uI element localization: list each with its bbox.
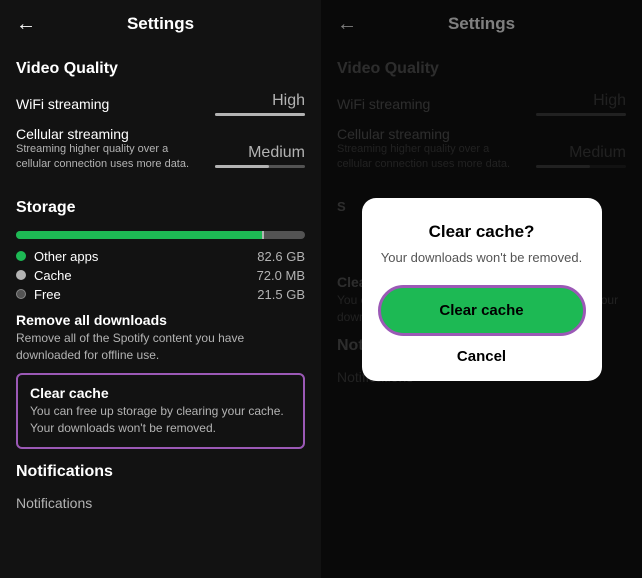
clear-cache-confirm-button[interactable]: Clear cache bbox=[378, 285, 586, 336]
wifi-slider-left[interactable] bbox=[215, 113, 305, 116]
dot-free bbox=[16, 289, 26, 299]
legend-cache: Cache 72.0 MB bbox=[16, 268, 305, 283]
dot-other bbox=[16, 251, 26, 261]
cellular-streaming-row-left[interactable]: Cellular streaming Streaming higher qual… bbox=[16, 126, 305, 187]
remove-downloads-left[interactable]: Remove all downloads Remove all of the S… bbox=[16, 312, 305, 364]
notifications-section-left: Notifications Notifications bbox=[16, 463, 305, 511]
left-title: Settings bbox=[127, 14, 194, 34]
cellular-sub-left: Streaming higher quality over a cellular… bbox=[16, 142, 196, 173]
wifi-streaming-row-left[interactable]: WiFi streaming High bbox=[16, 92, 305, 116]
left-header: ← Settings bbox=[0, 0, 321, 48]
storage-title-left: Storage bbox=[16, 199, 305, 217]
notifications-title-left: Notifications bbox=[16, 463, 305, 481]
storage-bar-left bbox=[16, 231, 305, 239]
storage-bar-other bbox=[16, 231, 262, 239]
remove-downloads-title-left: Remove all downloads bbox=[16, 312, 305, 328]
wifi-streaming-value-left: High bbox=[272, 92, 305, 110]
dialog-title: Clear cache? bbox=[429, 222, 535, 242]
legend-other-label: Other apps bbox=[34, 249, 257, 264]
legend-free-value: 21.5 GB bbox=[257, 287, 305, 302]
left-content: Video Quality WiFi streaming High Cellul… bbox=[0, 48, 321, 513]
clear-cache-desc-left: You can free up storage by clearing your… bbox=[30, 403, 291, 437]
notifications-item-left[interactable]: Notifications bbox=[16, 495, 305, 511]
cellular-slider-left[interactable] bbox=[215, 165, 305, 168]
dialog-overlay: Clear cache? Your downloads won't be rem… bbox=[321, 0, 642, 578]
cellular-label-left: Cellular streaming bbox=[16, 126, 196, 142]
wifi-streaming-label-left: WiFi streaming bbox=[16, 96, 109, 112]
dialog-desc: Your downloads won't be removed. bbox=[381, 250, 582, 265]
cellular-value-left: Medium bbox=[248, 144, 305, 162]
left-panel: ← Settings Video Quality WiFi streaming … bbox=[0, 0, 321, 578]
legend-other: Other apps 82.6 GB bbox=[16, 249, 305, 264]
legend-other-value: 82.6 GB bbox=[257, 249, 305, 264]
back-arrow-left[interactable]: ← bbox=[16, 13, 36, 36]
storage-bar-cache bbox=[262, 231, 264, 239]
cellular-value-container-left: Medium bbox=[215, 144, 305, 168]
legend-cache-label: Cache bbox=[34, 268, 257, 283]
remove-downloads-desc-left: Remove all of the Spotify content you ha… bbox=[16, 330, 305, 364]
clear-cache-dialog: Clear cache? Your downloads won't be rem… bbox=[362, 198, 602, 381]
legend-free-label: Free bbox=[34, 287, 257, 302]
clear-cache-box-left[interactable]: Clear cache You can free up storage by c… bbox=[16, 373, 305, 449]
cellular-info-left: Cellular streaming Streaming higher qual… bbox=[16, 126, 196, 187]
wifi-streaming-value-container-left: High bbox=[215, 92, 305, 116]
storage-legend-left: Other apps 82.6 GB Cache 72.0 MB Free 21… bbox=[16, 249, 305, 302]
legend-free: Free 21.5 GB bbox=[16, 287, 305, 302]
clear-cache-title-left: Clear cache bbox=[30, 385, 291, 401]
dialog-cancel-button[interactable]: Cancel bbox=[457, 348, 506, 365]
video-quality-title-left: Video Quality bbox=[16, 60, 305, 78]
right-panel: ← Settings Video Quality WiFi streaming … bbox=[321, 0, 642, 578]
dot-cache bbox=[16, 270, 26, 280]
legend-cache-value: 72.0 MB bbox=[257, 268, 305, 283]
